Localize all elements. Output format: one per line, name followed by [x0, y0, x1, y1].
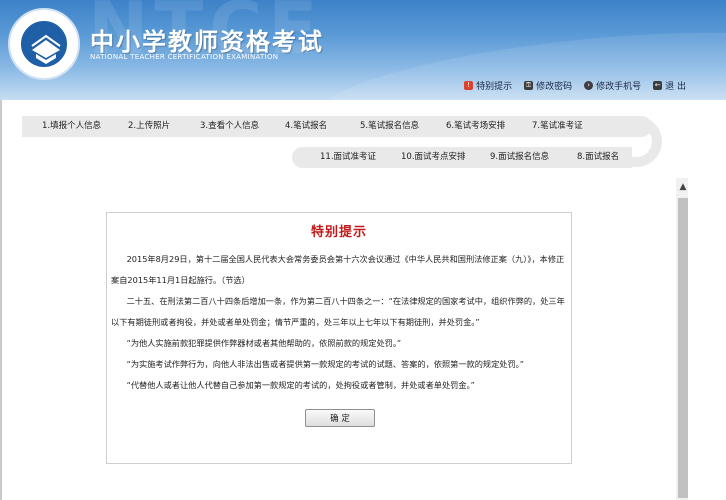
notice-paragraph: “为实施考试作弊行为，向他人非法出售或者提供第一款规定的考试的试题、答案的，依照…	[126, 359, 524, 369]
alert-icon: !	[464, 81, 474, 90]
step-written-registration-info[interactable]: 5.笔试报名信息	[360, 116, 419, 137]
link-change-password[interactable]: ⚿ 修改密码	[524, 79, 572, 92]
step-view-personal-info[interactable]: 3.查看个人信息	[200, 116, 259, 137]
step-interview-admission-ticket[interactable]: 11.面试准考证	[320, 147, 376, 168]
link-label: 修改密码	[536, 82, 573, 92]
notice-paragraph: 二十五、在刑法第二百八十四条后增加一条，作为第二百八十四条之一：“在法律规定的国…	[111, 296, 565, 327]
notice-body: 2015年8月29日，第十二届全国人民代表大会常务委员会第十六次会议通过《中华人…	[111, 249, 569, 396]
link-label: 特别提示	[476, 82, 513, 92]
site-title: 中小学教师资格考试	[90, 27, 324, 56]
step-written-registration[interactable]: 4.笔试报名	[285, 116, 327, 137]
step-upload-photo[interactable]: 2.上传照片	[128, 116, 170, 137]
step-fill-personal-info[interactable]: 1.填报个人信息	[42, 116, 101, 137]
link-change-phone[interactable]: › 修改手机号	[584, 79, 641, 92]
key-icon: ⚿	[524, 81, 534, 90]
right-margin	[688, 100, 726, 500]
link-special-notice[interactable]: ! 特别提示	[464, 79, 512, 92]
confirm-button[interactable]: 确 定	[305, 409, 375, 427]
step-written-admission-ticket[interactable]: 7.笔试准考证	[532, 116, 583, 137]
logout-icon: ←	[653, 81, 663, 90]
main-content: 1.填报个人信息 2.上传照片 3.查看个人信息 4.笔试报名 5.笔试报名信息…	[2, 100, 690, 500]
notice-paragraph: “代替他人或者让他人代替自己参加第一款规定的考试的，处拘役或者管制，并处或者单处…	[126, 380, 475, 390]
link-label: 退 出	[665, 82, 686, 92]
step-interview-venue[interactable]: 10.面试考点安排	[401, 147, 466, 168]
notice-paragraph: 2015年8月29日，第十二届全国人民代表大会常务委员会第十六次会议通过《中华人…	[111, 254, 565, 285]
step-written-exam-room[interactable]: 6.笔试考场安排	[446, 116, 505, 137]
notice-paragraph: “为他人实施前款犯罪提供作弊器材或者其他帮助的，依照前款的规定处罚。”	[126, 338, 402, 348]
special-notice-dialog: 特别提示 2015年8月29日，第十二届全国人民代表大会常务委员会第十六次会议通…	[106, 212, 572, 464]
top-links: ! 特别提示 ⚿ 修改密码 › 修改手机号 ← 退 出	[464, 79, 686, 92]
notice-title: 特别提示	[310, 225, 367, 240]
site-subtitle: NATIONAL TEACHER CERTIFICATION EXAMINATI…	[90, 53, 279, 61]
ntce-logo	[8, 8, 80, 80]
scroll-thumb[interactable]	[678, 198, 688, 498]
header-banner: NTCE 中小学教师资格考试 NATIONAL TEACHER CERTIFIC…	[0, 0, 726, 100]
link-label: 修改手机号	[596, 82, 642, 92]
link-logout[interactable]: ← 退 出	[653, 79, 686, 92]
step-interview-registration[interactable]: 8.面试报名	[577, 147, 619, 168]
step-interview-registration-info[interactable]: 9.面试报名信息	[490, 147, 549, 168]
phone-icon: ›	[584, 81, 594, 90]
